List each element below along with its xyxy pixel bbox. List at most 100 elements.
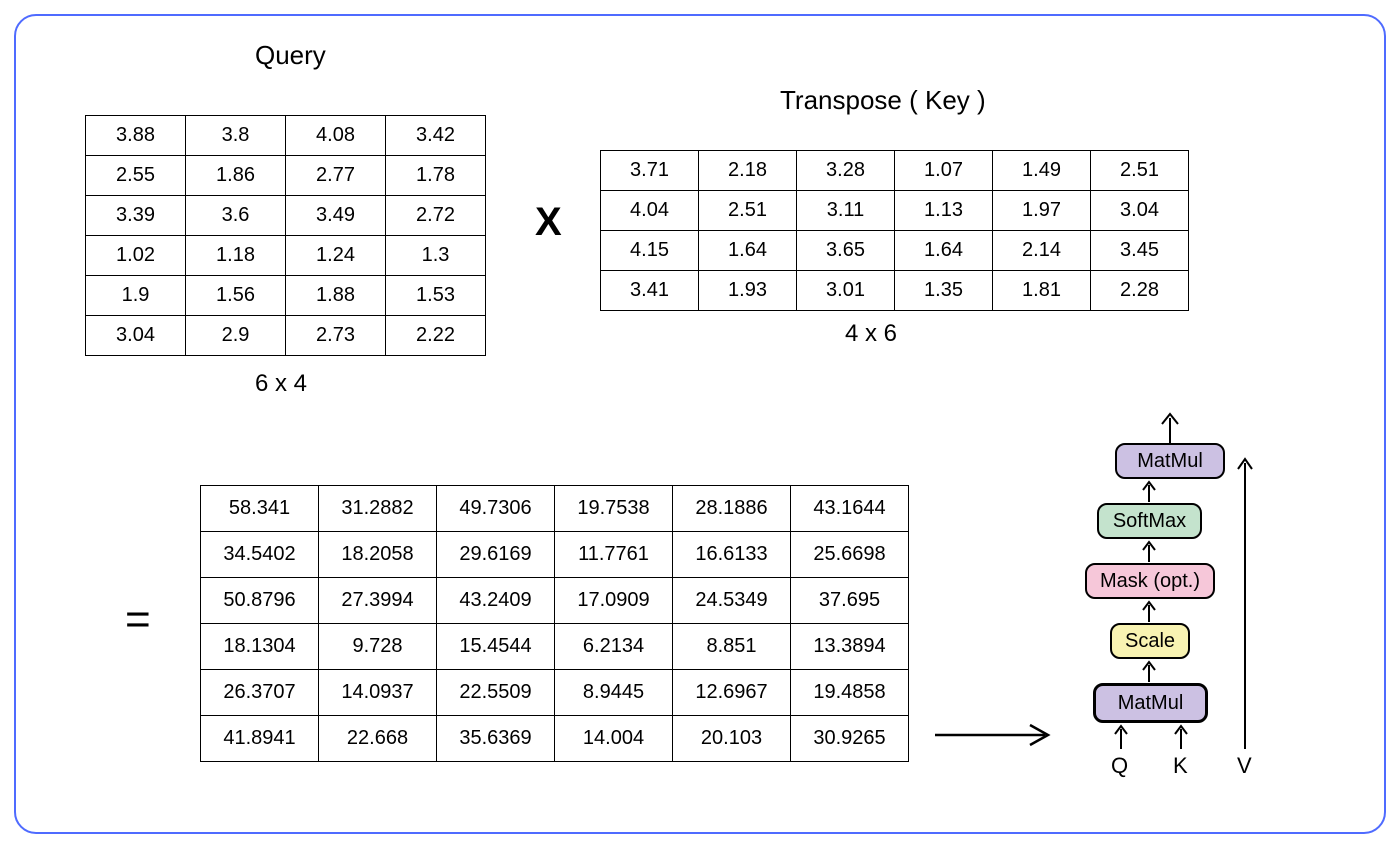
cell: 31.2882 [319, 486, 437, 532]
cell: 37.695 [791, 578, 909, 624]
query-table-wrap: 3.883.84.083.422.551.862.771.783.393.63.… [85, 115, 486, 356]
cell: 3.6 [186, 196, 286, 236]
cell: 19.7538 [555, 486, 673, 532]
cell: 3.11 [797, 191, 895, 231]
cell: 18.1304 [201, 624, 319, 670]
cell: 2.22 [386, 316, 486, 356]
key-table-wrap: 3.712.183.281.071.492.514.042.513.111.13… [600, 150, 1189, 311]
cell: 1.18 [186, 236, 286, 276]
cell: 12.6967 [673, 670, 791, 716]
cell: 1.13 [895, 191, 993, 231]
flow-matmul-bottom: MatMul [1093, 683, 1208, 723]
flow-mask: Mask (opt.) [1085, 563, 1215, 599]
flow-label-q: Q [1111, 753, 1128, 779]
cell: 43.1644 [791, 486, 909, 532]
cell: 2.51 [699, 191, 797, 231]
result-table-wrap: 58.34131.288249.730619.753828.188643.164… [200, 485, 909, 762]
cell: 1.86 [186, 156, 286, 196]
cell: 15.4544 [437, 624, 555, 670]
cell: 2.28 [1091, 271, 1189, 311]
cell: 3.88 [86, 116, 186, 156]
arrow-sm-to-mm [1139, 479, 1159, 504]
cell: 1.02 [86, 236, 186, 276]
cell: 3.49 [286, 196, 386, 236]
cell: 22.5509 [437, 670, 555, 716]
cell: 1.07 [895, 151, 993, 191]
cell: 2.51 [1091, 151, 1189, 191]
cell: 2.77 [286, 156, 386, 196]
cell: 1.64 [895, 231, 993, 271]
cell: 1.93 [699, 271, 797, 311]
cell: 18.2058 [319, 532, 437, 578]
arrow-out-top [1155, 410, 1185, 445]
cell: 4.15 [601, 231, 699, 271]
arrow-scale-to-mask [1139, 599, 1159, 624]
cell: 8.9445 [555, 670, 673, 716]
key-title: Transpose ( Key ) [780, 85, 986, 116]
arrow-k-in [1171, 723, 1191, 751]
cell: 3.8 [186, 116, 286, 156]
cell: 4.04 [601, 191, 699, 231]
cell: 35.6369 [437, 716, 555, 762]
cell: 34.5402 [201, 532, 319, 578]
cell: 1.88 [286, 276, 386, 316]
cell: 14.0937 [319, 670, 437, 716]
cell: 58.341 [201, 486, 319, 532]
cell: 22.668 [319, 716, 437, 762]
cell: 3.42 [386, 116, 486, 156]
cell: 1.56 [186, 276, 286, 316]
cell: 11.7761 [555, 532, 673, 578]
cell: 1.9 [86, 276, 186, 316]
query-table: 3.883.84.083.422.551.862.771.783.393.63.… [85, 115, 486, 356]
cell: 1.49 [993, 151, 1091, 191]
cell: 49.7306 [437, 486, 555, 532]
query-dim-label: 6 x 4 [255, 370, 307, 398]
cell: 2.72 [386, 196, 486, 236]
cell: 43.2409 [437, 578, 555, 624]
cell: 1.35 [895, 271, 993, 311]
cell: 13.3894 [791, 624, 909, 670]
flow-softmax: SoftMax [1097, 503, 1202, 539]
arrow-q-in [1111, 723, 1131, 751]
query-title: Query [255, 40, 326, 71]
cell: 41.8941 [201, 716, 319, 762]
cell: 17.0909 [555, 578, 673, 624]
flow-label-v: V [1237, 753, 1252, 779]
cell: 4.08 [286, 116, 386, 156]
cell: 50.8796 [201, 578, 319, 624]
attention-flow-diagram: MatMul SoftMax Mask (opt.) Scale MatMul [1075, 415, 1365, 815]
flow-scale: Scale [1110, 623, 1190, 659]
arrow-right-icon [930, 720, 1060, 750]
flow-matmul-top: MatMul [1115, 443, 1225, 479]
cell: 3.71 [601, 151, 699, 191]
cell: 16.6133 [673, 532, 791, 578]
equals-op: = [125, 595, 151, 645]
cell: 1.78 [386, 156, 486, 196]
cell: 26.3707 [201, 670, 319, 716]
cell: 25.6698 [791, 532, 909, 578]
cell: 20.103 [673, 716, 791, 762]
cell: 6.2134 [555, 624, 673, 670]
cell: 2.14 [993, 231, 1091, 271]
cell: 1.81 [993, 271, 1091, 311]
cell: 2.55 [86, 156, 186, 196]
cell: 14.004 [555, 716, 673, 762]
cell: 2.73 [286, 316, 386, 356]
cell: 8.851 [673, 624, 791, 670]
cell: 1.64 [699, 231, 797, 271]
cell: 9.728 [319, 624, 437, 670]
cell: 28.1886 [673, 486, 791, 532]
cell: 3.04 [86, 316, 186, 356]
cell: 29.6169 [437, 532, 555, 578]
cell: 1.24 [286, 236, 386, 276]
cell: 1.3 [386, 236, 486, 276]
flow-label-k: K [1173, 753, 1188, 779]
cell: 2.18 [699, 151, 797, 191]
cell: 19.4858 [791, 670, 909, 716]
key-dim-label: 4 x 6 [845, 320, 897, 348]
result-table: 58.34131.288249.730619.753828.188643.164… [200, 485, 909, 762]
cell: 1.53 [386, 276, 486, 316]
cell: 3.39 [86, 196, 186, 236]
cell: 3.65 [797, 231, 895, 271]
multiply-op: X [535, 200, 562, 245]
